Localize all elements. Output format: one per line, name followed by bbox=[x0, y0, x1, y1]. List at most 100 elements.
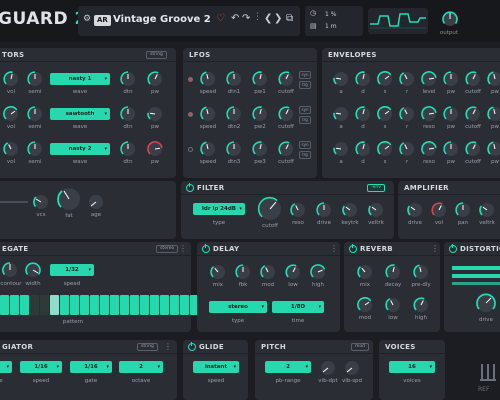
lfo2-sync-button[interactable]: syn bbox=[299, 106, 311, 114]
lfo2-speed-knob[interactable] bbox=[199, 105, 217, 125]
osc3-wave-select[interactable]: nasty 2 bbox=[50, 143, 110, 155]
env1-level-4-knob[interactable] bbox=[420, 70, 438, 90]
prev-preset-icon[interactable]: ❮ bbox=[264, 14, 272, 24]
gate-pattern[interactable] bbox=[0, 295, 229, 315]
fat-knob[interactable] bbox=[56, 186, 82, 214]
env1-a-0-knob[interactable] bbox=[332, 70, 350, 90]
filter-keytrk-knob[interactable] bbox=[341, 201, 359, 221]
redo-icon[interactable]: ↷ bbox=[242, 14, 250, 24]
osc1-pw-knob[interactable] bbox=[146, 70, 164, 90]
env1-pw-5-knob[interactable] bbox=[442, 70, 460, 90]
osc2-wave-select[interactable]: sawtooth bbox=[50, 108, 110, 120]
gate-step[interactable] bbox=[180, 295, 189, 315]
osc1-wave-select[interactable]: nasty 1 bbox=[50, 73, 110, 85]
arp-mode-button[interactable]: string bbox=[137, 343, 158, 351]
filter-drive-knob[interactable] bbox=[315, 201, 333, 221]
lfo3-sync-button[interactable]: syn bbox=[299, 141, 311, 149]
env1-cutoff-6-knob[interactable] bbox=[464, 70, 482, 90]
lfo1-speed-knob[interactable] bbox=[199, 70, 217, 90]
preset-browser[interactable]: ⚙ AR Vintage Groove 2 ♡ ↶ ↷ ⋮ ❮ ❯ ⧉ bbox=[78, 6, 300, 36]
lfo2-pw-knob[interactable] bbox=[251, 105, 269, 125]
menu-dots-icon[interactable]: ⋮ bbox=[164, 342, 172, 351]
gate-step[interactable] bbox=[130, 295, 139, 315]
lfo1-sync-button[interactable]: syn bbox=[299, 71, 311, 79]
gate-step[interactable] bbox=[10, 295, 19, 315]
osc1-dtn-knob[interactable] bbox=[119, 70, 137, 90]
env3-s-2-knob[interactable] bbox=[376, 140, 394, 160]
env1-r-3-knob[interactable] bbox=[398, 70, 416, 90]
pb-range-select[interactable]: 2 bbox=[265, 361, 311, 373]
arp-gate-select[interactable]: 1/16 bbox=[70, 361, 112, 373]
reverb-high-knob[interactable] bbox=[412, 296, 430, 316]
reverb-low-knob[interactable] bbox=[384, 296, 402, 316]
menu-dots-icon[interactable]: ⋮ bbox=[431, 244, 439, 253]
delay-power-icon[interactable] bbox=[202, 244, 210, 253]
lfo3-pw-knob[interactable] bbox=[251, 140, 269, 160]
lfo2-cutoff-knob[interactable] bbox=[277, 105, 295, 125]
lfo1-active-indicator[interactable] bbox=[188, 77, 193, 82]
env2-r-3-knob[interactable] bbox=[398, 105, 416, 125]
gate-step[interactable] bbox=[120, 295, 129, 315]
reverb-power-icon[interactable] bbox=[349, 244, 357, 253]
env1-d-1-knob[interactable] bbox=[354, 70, 372, 90]
lfo2-active-indicator[interactable] bbox=[188, 112, 193, 117]
lfo2-dtn-knob[interactable] bbox=[225, 105, 243, 125]
gate-step[interactable] bbox=[20, 295, 29, 315]
menu-dots-icon[interactable]: ⋮ bbox=[253, 13, 262, 22]
amp-veltrk-knob[interactable] bbox=[478, 201, 496, 221]
env2-reso-4-knob[interactable] bbox=[420, 105, 438, 125]
gate-step[interactable] bbox=[140, 295, 149, 315]
amp-pan-knob[interactable] bbox=[454, 201, 472, 221]
env1-s-2-knob[interactable] bbox=[376, 70, 394, 90]
gate-step[interactable] bbox=[70, 295, 79, 315]
filter-type-select[interactable]: ldr lp 24dB bbox=[193, 203, 245, 215]
gate-step[interactable] bbox=[110, 295, 119, 315]
arp-speed-select[interactable]: 1/16 bbox=[20, 361, 62, 373]
gate-step[interactable] bbox=[170, 295, 179, 315]
gear-icon[interactable]: ⚙ bbox=[83, 15, 91, 24]
lfo1-pw-knob[interactable] bbox=[251, 70, 269, 90]
delay-high-knob[interactable] bbox=[309, 263, 327, 283]
osc3-semi-knob[interactable] bbox=[26, 140, 44, 160]
output-knob[interactable] bbox=[441, 10, 459, 30]
reverb-decay-knob[interactable] bbox=[384, 263, 402, 283]
gate-stereo-button[interactable]: stereo bbox=[156, 245, 179, 253]
env2-d-1-knob[interactable] bbox=[354, 105, 372, 125]
osc3-pw-knob[interactable] bbox=[146, 140, 164, 160]
heart-icon[interactable]: ♡ bbox=[216, 14, 225, 24]
gate-step[interactable] bbox=[30, 295, 39, 315]
distortion-power-icon[interactable] bbox=[449, 244, 457, 253]
filter-veltrk-knob[interactable] bbox=[367, 201, 385, 221]
delay-mod-knob[interactable] bbox=[259, 263, 277, 283]
lfo3-speed-knob[interactable] bbox=[199, 140, 217, 160]
filter-power-icon[interactable] bbox=[186, 183, 194, 192]
gate-speed-select[interactable]: 1/32 bbox=[50, 264, 94, 276]
env2-pw-5-knob[interactable] bbox=[442, 105, 460, 125]
osc-mode-button[interactable]: string bbox=[146, 51, 167, 59]
lfo3-cutoff-knob[interactable] bbox=[277, 140, 295, 160]
reverb-mix-knob[interactable] bbox=[356, 263, 374, 283]
vib-depth-knob[interactable] bbox=[319, 359, 337, 379]
glide-speed-select[interactable]: instant bbox=[193, 361, 239, 373]
osc2-vol-knob[interactable] bbox=[2, 105, 20, 125]
lfo1-trigger-button[interactable]: trg bbox=[299, 81, 311, 89]
env2-a-0-knob[interactable] bbox=[332, 105, 350, 125]
menu-dots-icon[interactable]: ⋮ bbox=[179, 244, 187, 253]
reverb-mod-knob[interactable] bbox=[356, 296, 374, 316]
arp-mode-select[interactable] bbox=[0, 361, 12, 373]
env3-a-0-knob[interactable] bbox=[332, 140, 350, 160]
gate-step[interactable] bbox=[160, 295, 169, 315]
lfo2-trigger-button[interactable]: trg bbox=[299, 116, 311, 124]
filter-cutoff-knob[interactable] bbox=[257, 196, 283, 224]
next-preset-icon[interactable]: ❯ bbox=[274, 14, 282, 24]
vib-speed-knob[interactable] bbox=[343, 359, 361, 379]
age-knob[interactable] bbox=[87, 193, 105, 213]
filter-env-button[interactable]: -env bbox=[367, 184, 385, 192]
lfo1-dtn-knob[interactable] bbox=[225, 70, 243, 90]
pitch-mod-button[interactable]: mod bbox=[351, 343, 369, 351]
lfo3-active-indicator[interactable] bbox=[188, 147, 193, 152]
undo-icon[interactable]: ↶ bbox=[231, 14, 239, 24]
lfo1-cutoff-knob[interactable] bbox=[277, 70, 295, 90]
env1-pw-7-knob[interactable] bbox=[486, 70, 500, 90]
delay-time-select[interactable]: 1/8D bbox=[272, 301, 324, 313]
